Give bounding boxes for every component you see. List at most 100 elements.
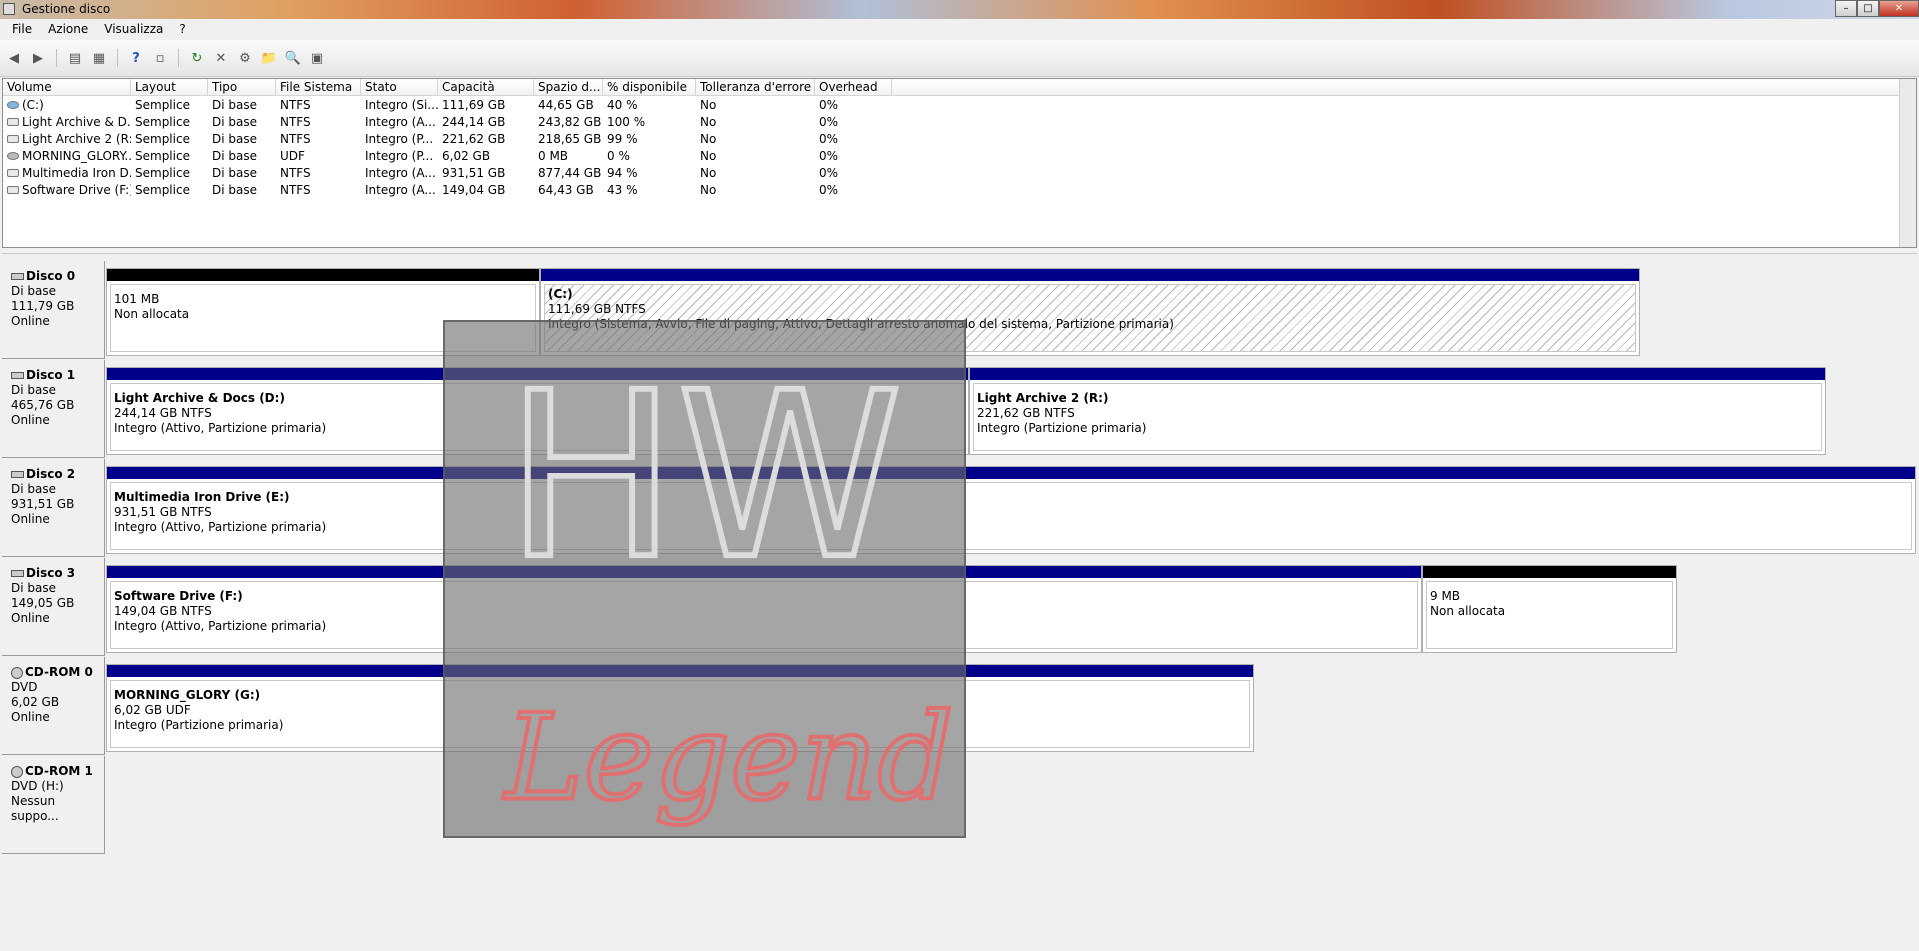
refresh-icon[interactable]: ↻ [187, 48, 207, 68]
table-cell: 6,02 GB [438, 149, 534, 163]
table-cell-text: Integro (Si... [365, 97, 438, 112]
table-row[interactable]: (C:) Semplice Di base NTFS Integro (Si... 111… [3, 96, 1916, 113]
table-cell: 64,43 GB [534, 183, 603, 197]
table-cell: 877,44 GB [534, 166, 603, 180]
forward-icon[interactable]: ▶ [28, 48, 48, 68]
table-cell: 0% [815, 98, 892, 112]
minimize-button[interactable]: – [1835, 0, 1857, 17]
partition-size: 931,51 GB NTFS [114, 505, 212, 519]
table-cell: Software Drive (F:) [3, 183, 131, 197]
console-tree-icon[interactable]: ▤ [65, 48, 85, 68]
partition-body: Light Archive & Docs (D:) 244,14 GB NTFS… [110, 383, 965, 451]
volume-list-scrollbar[interactable] [1899, 79, 1916, 247]
partition-unallocated[interactable]: 101 MB Non allocata [106, 268, 540, 356]
partition-name: Software Drive (F:) [114, 589, 243, 603]
partition-d[interactable]: Light Archive & Docs (D:) 244,14 GB NTFS… [106, 367, 969, 455]
column-header-layout[interactable]: Layout [131, 79, 208, 95]
disk-size: 111,79 GB [11, 299, 75, 313]
table-cell-text: 43 % [607, 182, 638, 197]
partition-r[interactable]: Light Archive 2 (R:) 221,62 GB NTFS Inte… [969, 367, 1826, 455]
table-cell-text: 100 % [607, 114, 646, 129]
explore-icon[interactable]: 🔍 [283, 48, 303, 68]
rescan-icon[interactable]: ▣ [307, 48, 327, 68]
table-cell-text: 0% [819, 97, 839, 112]
title-bar: Gestione disco – □ ✕ [0, 0, 1919, 19]
column-header-overhead[interactable]: Overhead [815, 79, 892, 95]
disk-label-3[interactable]: Disco 3 Di base 149,05 GB Online [2, 558, 105, 656]
disk-type: Di base [11, 383, 56, 397]
table-cell-text: No [700, 97, 717, 112]
partition-e[interactable]: Multimedia Iron Drive (E:) 931,51 GB NTF… [106, 466, 1916, 554]
properties-panel-icon[interactable]: ▦ [89, 48, 109, 68]
back-icon[interactable]: ◀ [4, 48, 24, 68]
disk-label-0[interactable]: Disco 0 Di base 111,79 GB Online [2, 261, 105, 359]
disk-label-cdrom-0[interactable]: CD-ROM 0 DVD 6,02 GB Online [2, 657, 105, 755]
close-button[interactable]: ✕ [1879, 0, 1919, 17]
partition-name: (C:) [548, 287, 573, 301]
partition-desc: Integro (Partizione primaria) [114, 718, 284, 732]
disk-management-app-icon [3, 3, 15, 15]
disk-status: Online [11, 611, 50, 625]
table-cell-text: Integro (P... [365, 148, 434, 163]
partition-c[interactable]: (C:) 111,69 GB NTFS Integro (Sistema, Av… [540, 268, 1640, 356]
column-header-file-sistema[interactable]: File Sistema [276, 79, 361, 95]
table-cell: Multimedia Iron D... [3, 166, 131, 180]
table-cell: 149,04 GB [438, 183, 534, 197]
menu-azione[interactable]: Azione [40, 19, 96, 40]
table-cell: UDF [276, 149, 361, 163]
column-header-stato[interactable]: Stato [361, 79, 438, 95]
column-header-capacita[interactable]: Capacità [438, 79, 534, 95]
unallocated-bar [1423, 566, 1676, 578]
table-cell-text: Di base [212, 114, 257, 129]
table-row[interactable]: Light Archive & D... Semplice Di base NTFS I… [3, 113, 1916, 130]
volume-list-header: Volume Layout Tipo File Sistema Stato Ca… [3, 79, 1916, 96]
table-cell-text: No [700, 165, 717, 180]
primary-partition-bar [970, 368, 1825, 380]
help-icon[interactable]: ? [126, 48, 146, 68]
disk-status: Online [11, 512, 50, 526]
column-header-tolleranza[interactable]: Tolleranza d'errore [696, 79, 815, 95]
table-cell-text: Di base [212, 97, 257, 112]
table-row[interactable]: Light Archive 2 (R:) Semplice Di base NTFS I… [3, 130, 1916, 147]
table-cell-text: NTFS [280, 131, 311, 146]
menu-visualizza[interactable]: Visualizza [96, 19, 171, 40]
maximize-button[interactable]: □ [1857, 0, 1879, 17]
table-cell: 221,62 GB [438, 132, 534, 146]
toolbar-separator [178, 49, 179, 67]
table-cell: 0 MB [534, 149, 603, 163]
menu-file[interactable]: File [4, 19, 40, 40]
menu-help[interactable]: ? [171, 19, 193, 40]
column-header-spazio[interactable]: Spazio d... [534, 79, 603, 95]
table-row[interactable]: MORNING_GLORY... Semplice Di base UDF Integr… [3, 147, 1916, 164]
partition-size: 221,62 GB NTFS [977, 406, 1075, 420]
settings-icon[interactable]: ⚙ [235, 48, 255, 68]
partition-unallocated[interactable]: 9 MB Non allocata [1422, 565, 1677, 653]
partition-g[interactable]: MORNING_GLORY (G:) 6,02 GB UDF Integro (… [106, 664, 1254, 752]
table-cell-text: Integro (A... [365, 114, 436, 129]
table-cell-text: Semplice [135, 165, 190, 180]
partition-f[interactable]: Software Drive (F:) 149,04 GB NTFS Integ… [106, 565, 1422, 653]
table-cell-text: No [700, 182, 717, 197]
table-row[interactable]: Multimedia Iron D... Semplice Di base NTFS I… [3, 164, 1916, 181]
primary-partition-bar [107, 467, 1915, 479]
disk-name: Disco 1 [26, 368, 76, 382]
table-cell-text: Integro (A... [365, 165, 436, 180]
table-cell-text: NTFS [280, 97, 311, 112]
primary-partition-bar [107, 368, 968, 380]
table-row[interactable]: Software Drive (F:) Semplice Di base NTFS In… [3, 181, 1916, 198]
disk-label-1[interactable]: Disco 1 Di base 465,76 GB Online [2, 360, 105, 458]
table-cell-text: MORNING_GLORY... [22, 148, 131, 163]
table-cell: NTFS [276, 166, 361, 180]
column-header-tipo[interactable]: Tipo [208, 79, 276, 95]
partition-name: Light Archive & Docs (D:) [114, 391, 285, 405]
disk-label-cdrom-1[interactable]: CD-ROM 1 DVD (H:) Nessun suppo... [2, 756, 105, 854]
table-cell: No [696, 98, 815, 112]
delete-icon[interactable]: ✕ [211, 48, 231, 68]
table-cell: 100 % [603, 115, 696, 129]
column-header-disponibile[interactable]: % disponibile [603, 79, 696, 95]
view-icon[interactable]: ▫ [150, 48, 170, 68]
table-cell-text: (C:) [22, 97, 44, 112]
disk-label-2[interactable]: Disco 2 Di base 931,51 GB Online [2, 459, 105, 557]
open-icon[interactable]: 📁 [259, 48, 279, 68]
column-header-volume[interactable]: Volume [3, 79, 131, 95]
